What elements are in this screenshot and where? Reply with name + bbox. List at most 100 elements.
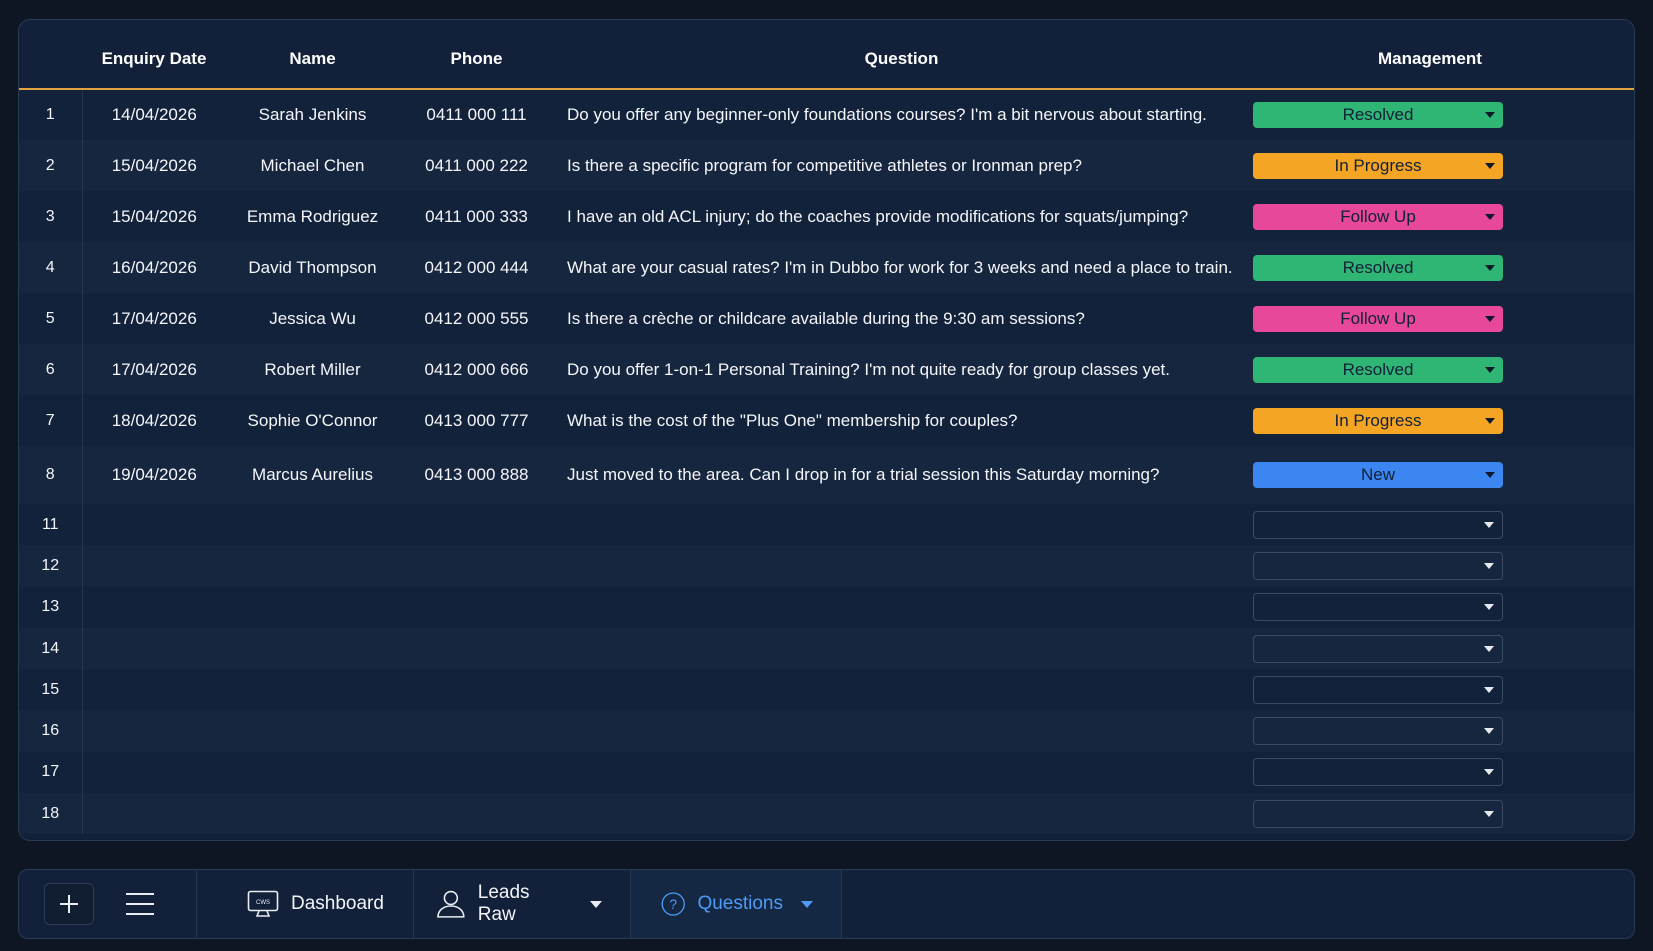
cell-name[interactable]: David Thompson xyxy=(226,242,399,293)
empty-cell[interactable] xyxy=(226,504,399,545)
cell-enquiry-date[interactable]: 17/04/2026 xyxy=(82,293,226,344)
header-name[interactable]: Name xyxy=(226,20,399,89)
row-number[interactable]: 6 xyxy=(19,344,83,395)
status-dropdown[interactable] xyxy=(1253,510,1503,539)
cell-name[interactable]: Robert Miller xyxy=(226,344,399,395)
status-dropdown[interactable]: New xyxy=(1253,462,1503,488)
cell-phone[interactable]: 0413 000 777 xyxy=(399,395,554,446)
empty-cell[interactable] xyxy=(399,628,554,669)
empty-cell[interactable] xyxy=(82,628,226,669)
header-management[interactable]: Management xyxy=(1249,20,1634,89)
chevron-down-icon[interactable] xyxy=(801,900,813,908)
row-number[interactable]: 14 xyxy=(19,627,83,670)
header-enquiry-date[interactable]: Enquiry Date xyxy=(82,20,226,89)
status-dropdown[interactable] xyxy=(1253,799,1503,828)
status-dropdown[interactable] xyxy=(1253,551,1503,580)
row-number[interactable]: 17 xyxy=(19,751,83,794)
empty-cell[interactable] xyxy=(554,587,1249,628)
row-number[interactable]: 18 xyxy=(19,793,83,835)
empty-cell[interactable] xyxy=(226,545,399,586)
empty-cell[interactable] xyxy=(399,793,554,834)
chevron-down-icon[interactable] xyxy=(590,900,602,908)
empty-cell[interactable] xyxy=(399,504,554,545)
row-number[interactable]: 13 xyxy=(19,586,83,628)
cell-name[interactable]: Marcus Aurelius xyxy=(226,446,399,504)
empty-cell[interactable] xyxy=(226,587,399,628)
cell-name[interactable]: Jessica Wu xyxy=(226,293,399,344)
status-dropdown[interactable] xyxy=(1253,593,1503,622)
status-dropdown[interactable]: In Progress xyxy=(1253,407,1503,434)
row-number[interactable]: 5 xyxy=(19,293,83,344)
empty-cell[interactable] xyxy=(554,628,1249,669)
empty-cell[interactable] xyxy=(82,669,226,710)
cell-phone[interactable]: 0411 000 333 xyxy=(399,191,554,242)
row-number[interactable]: 7 xyxy=(19,395,83,446)
row-number[interactable]: 12 xyxy=(19,545,83,587)
empty-cell[interactable] xyxy=(399,752,554,793)
cell-question[interactable]: Is there a crèche or childcare available… xyxy=(554,293,1249,344)
row-number[interactable]: 1 xyxy=(19,89,83,140)
all-sheets-menu-button[interactable] xyxy=(126,893,154,915)
empty-cell[interactable] xyxy=(399,545,554,586)
row-number[interactable]: 15 xyxy=(19,669,83,711)
row-number[interactable]: 11 xyxy=(19,504,83,546)
status-dropdown[interactable]: Resolved xyxy=(1253,356,1503,383)
cell-question[interactable]: Is there a specific program for competit… xyxy=(554,140,1249,191)
cell-name[interactable]: Sophie O'Connor xyxy=(226,395,399,446)
cell-name[interactable]: Sarah Jenkins xyxy=(226,89,399,140)
empty-cell[interactable] xyxy=(399,587,554,628)
status-dropdown[interactable] xyxy=(1253,634,1503,663)
row-number[interactable]: 16 xyxy=(19,710,83,752)
cell-phone[interactable]: 0412 000 666 xyxy=(399,344,554,395)
row-number[interactable]: 2 xyxy=(19,140,83,191)
empty-cell[interactable] xyxy=(554,793,1249,834)
status-dropdown[interactable]: In Progress xyxy=(1253,152,1503,179)
status-dropdown[interactable]: Follow Up xyxy=(1253,305,1503,332)
cell-phone[interactable]: 0411 000 222 xyxy=(399,140,554,191)
cell-question[interactable]: Do you offer any beginner-only foundatio… xyxy=(554,89,1249,140)
add-sheet-button[interactable] xyxy=(44,883,94,925)
empty-cell[interactable] xyxy=(226,710,399,751)
empty-cell[interactable] xyxy=(226,752,399,793)
empty-cell[interactable] xyxy=(399,710,554,751)
header-question[interactable]: Question xyxy=(554,20,1249,89)
empty-cell[interactable] xyxy=(82,545,226,586)
cell-question[interactable]: Do you offer 1-on-1 Personal Training? I… xyxy=(554,344,1249,395)
cell-phone[interactable]: 0411 000 111 xyxy=(399,89,554,140)
tab-questions[interactable]: ? Questions xyxy=(631,870,842,938)
status-dropdown[interactable] xyxy=(1253,758,1503,787)
empty-cell[interactable] xyxy=(554,710,1249,751)
status-dropdown[interactable] xyxy=(1253,717,1503,746)
empty-cell[interactable] xyxy=(554,545,1249,586)
cell-enquiry-date[interactable]: 14/04/2026 xyxy=(82,89,226,140)
empty-cell[interactable] xyxy=(554,504,1249,545)
empty-cell[interactable] xyxy=(82,587,226,628)
cell-enquiry-date[interactable]: 15/04/2026 xyxy=(82,140,226,191)
empty-cell[interactable] xyxy=(82,710,226,751)
cell-enquiry-date[interactable]: 18/04/2026 xyxy=(82,395,226,446)
cell-name[interactable]: Emma Rodriguez xyxy=(226,191,399,242)
tab-leads-raw[interactable]: Leads Raw xyxy=(414,870,631,938)
cell-phone[interactable]: 0412 000 444 xyxy=(399,242,554,293)
status-dropdown[interactable]: Resolved xyxy=(1253,254,1503,281)
cell-phone[interactable]: 0412 000 555 xyxy=(399,293,554,344)
empty-cell[interactable] xyxy=(554,752,1249,793)
status-dropdown[interactable] xyxy=(1253,675,1503,704)
row-number[interactable]: 8 xyxy=(19,446,83,504)
cell-enquiry-date[interactable]: 17/04/2026 xyxy=(82,344,226,395)
cell-question[interactable]: What are your casual rates? I'm in Dubbo… xyxy=(554,242,1249,293)
row-number[interactable]: 4 xyxy=(19,242,83,293)
empty-cell[interactable] xyxy=(82,504,226,545)
empty-cell[interactable] xyxy=(399,669,554,710)
empty-cell[interactable] xyxy=(226,628,399,669)
tab-dashboard[interactable]: CWS Dashboard xyxy=(197,870,414,938)
cell-enquiry-date[interactable]: 15/04/2026 xyxy=(82,191,226,242)
cell-phone[interactable]: 0413 000 888 xyxy=(399,446,554,504)
row-number[interactable]: 3 xyxy=(19,191,83,242)
cell-question[interactable]: What is the cost of the "Plus One" membe… xyxy=(554,395,1249,446)
empty-cell[interactable] xyxy=(82,752,226,793)
cell-question[interactable]: Just moved to the area. Can I drop in fo… xyxy=(554,446,1249,504)
header-phone[interactable]: Phone xyxy=(399,20,554,89)
status-dropdown[interactable]: Follow Up xyxy=(1253,203,1503,230)
status-dropdown[interactable]: Resolved xyxy=(1253,102,1503,128)
